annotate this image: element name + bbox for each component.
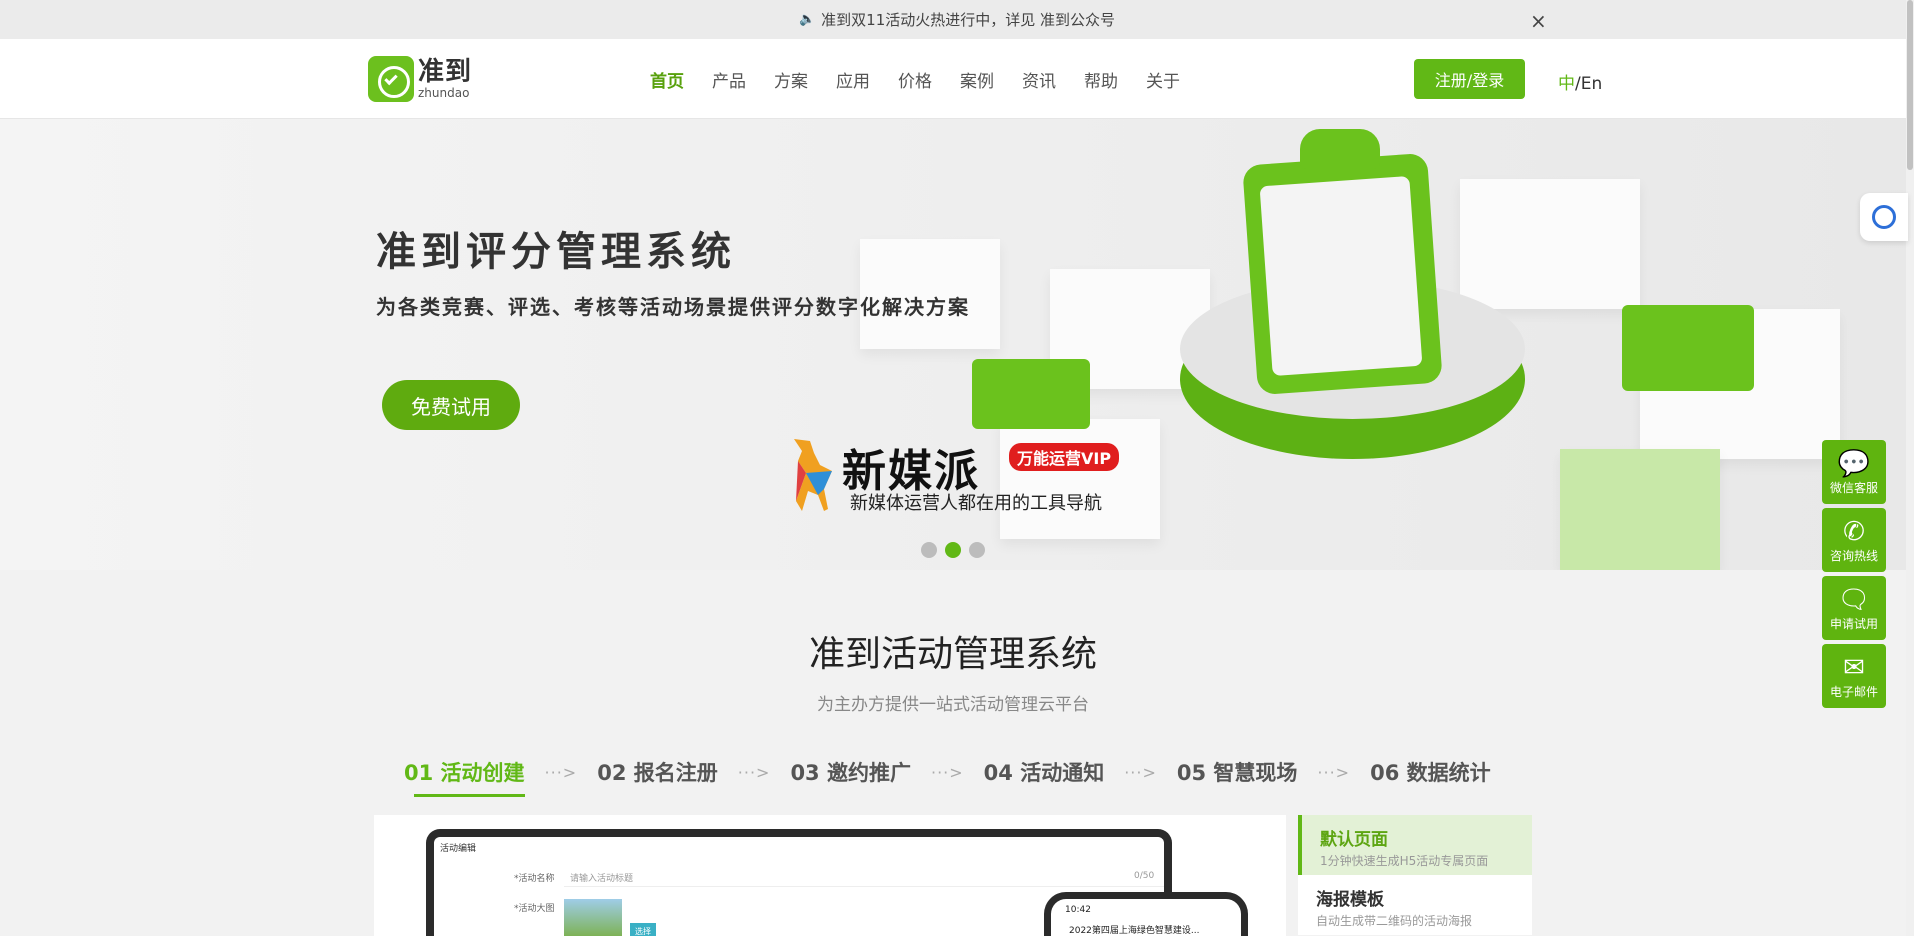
announcement-text: 准到双11活动火热进行中，详见 准到公众号 bbox=[821, 11, 1116, 29]
tool-label: 微信客服 bbox=[1829, 480, 1878, 495]
nav-item-home[interactable]: 首页 bbox=[650, 67, 684, 92]
feature-list: 默认页面 1分钟快速生成H5活动专属页面 海报模板 自动生成带二维码的活动海报 bbox=[1298, 815, 1532, 935]
banner-thumbnail bbox=[564, 899, 622, 936]
select-button: 选择 bbox=[630, 923, 656, 936]
tab-step-1[interactable]: 01 活动创建 bbox=[404, 757, 525, 797]
field-label: *活动大图 bbox=[514, 904, 555, 914]
phone-time: 10:42 bbox=[1065, 905, 1091, 915]
logo-text: 准到 bbox=[418, 57, 473, 87]
register-login-button[interactable]: 注册/登录 bbox=[1414, 59, 1525, 99]
decor-cube bbox=[1560, 449, 1720, 570]
site-header: 准到 zhundao 首页 产品 方案 应用 价格 案例 资讯 帮助 关于 注册… bbox=[0, 39, 1914, 119]
feature-title: 海报模板 bbox=[1316, 890, 1384, 910]
scrollbar[interactable] bbox=[1906, 0, 1914, 936]
nav-item-product[interactable]: 产品 bbox=[712, 67, 746, 92]
wechat-service-button[interactable]: 💬 微信客服 bbox=[1822, 440, 1886, 504]
phone-mockup: 10:42 2022第四届上海绿色智慧建设... bbox=[1044, 892, 1248, 936]
feature-desc: 自动生成带二维码的活动海报 bbox=[1316, 914, 1473, 928]
decor-cube bbox=[1460, 179, 1640, 309]
field-label: *活动名称 bbox=[514, 874, 555, 884]
clipboard-clip bbox=[1300, 129, 1380, 169]
step-arrow: ···> bbox=[737, 762, 771, 782]
promo-badge[interactable]: 新媒派 万能运营VIP 新媒体运营人都在用的工具导航 bbox=[784, 431, 1134, 517]
lang-cn[interactable]: 中 bbox=[1558, 74, 1575, 94]
tab-step-6[interactable]: 06 数据统计 bbox=[1370, 757, 1491, 787]
main-nav: 首页 产品 方案 应用 价格 案例 资讯 帮助 关于 bbox=[650, 67, 1208, 92]
assistant-icon bbox=[1872, 205, 1896, 229]
scrollbar-thumb[interactable] bbox=[1907, 0, 1913, 170]
nav-item-solution[interactable]: 方案 bbox=[774, 67, 808, 92]
tab-step-4[interactable]: 04 活动通知 bbox=[984, 757, 1105, 787]
carousel-dot[interactable] bbox=[969, 542, 985, 558]
clipboard-paper bbox=[1259, 175, 1423, 377]
phone-page-title: 2022第四届上海绿色智慧建设... bbox=[1069, 926, 1200, 936]
nav-item-news[interactable]: 资讯 bbox=[1022, 67, 1056, 92]
carousel-dot-active[interactable] bbox=[945, 542, 961, 558]
nav-item-cases[interactable]: 案例 bbox=[960, 67, 994, 92]
tab-step-5[interactable]: 05 智慧现场 bbox=[1177, 757, 1298, 787]
tool-label: 咨询热线 bbox=[1829, 548, 1878, 563]
wechat-icon: 💬 bbox=[1837, 448, 1871, 479]
logo-subtext: zhundao bbox=[418, 86, 470, 100]
promo-subtitle: 新媒体运营人都在用的工具导航 bbox=[850, 493, 1102, 514]
nav-item-pricing[interactable]: 价格 bbox=[898, 67, 932, 92]
step-arrow: ···> bbox=[1124, 762, 1157, 782]
lang-en[interactable]: /En bbox=[1575, 74, 1602, 94]
char-counter: 0/50 bbox=[1134, 871, 1155, 881]
section-subtitle: 为主办方提供一站式活动管理云平台 bbox=[817, 695, 1089, 715]
free-trial-button[interactable]: 免费试用 bbox=[382, 380, 520, 430]
feature-preview: 活动编辑 *活动名称 请输入活动标题 0/50 *活动大图 选择 10:42 2… bbox=[374, 815, 1286, 936]
speaker-icon: 🔈 bbox=[798, 12, 816, 27]
feature-desc: 1分钟快速生成H5活动专属页面 bbox=[1320, 854, 1489, 868]
step-arrow: ···> bbox=[1317, 762, 1351, 782]
carousel-dots bbox=[921, 542, 993, 558]
deer-logo-icon bbox=[794, 439, 832, 511]
nav-item-about[interactable]: 关于 bbox=[1146, 67, 1180, 92]
language-switch[interactable]: 中/En bbox=[1558, 69, 1602, 94]
promo-vip-badge: 万能运营VIP bbox=[1009, 443, 1120, 471]
nav-item-apps[interactable]: 应用 bbox=[836, 67, 870, 92]
close-icon[interactable]: × bbox=[1530, 9, 1547, 33]
phone-icon: ✆ bbox=[1843, 516, 1865, 547]
chat-icon: 🗨 bbox=[1837, 584, 1871, 615]
tab-step-3[interactable]: 03 邀约推广 bbox=[790, 757, 911, 787]
section-title: 准到活动管理系统 bbox=[808, 634, 1097, 675]
window-title: 活动编辑 bbox=[440, 844, 477, 854]
logo-icon bbox=[368, 56, 414, 102]
nav-item-help[interactable]: 帮助 bbox=[1084, 67, 1118, 92]
step-arrow: ···> bbox=[544, 762, 578, 782]
hero-title: 准到评分管理系统 bbox=[376, 229, 736, 275]
feature-item-default-page[interactable]: 默认页面 1分钟快速生成H5活动专属页面 bbox=[1298, 815, 1532, 875]
floating-assistant-button[interactable] bbox=[1860, 193, 1908, 241]
decor-green-box bbox=[972, 359, 1090, 429]
tab-step-2[interactable]: 02 报名注册 bbox=[597, 757, 718, 787]
carousel-dot[interactable] bbox=[921, 542, 937, 558]
feature-title: 默认页面 bbox=[1320, 830, 1388, 850]
announcement-bar: 🔈 准到双11活动火热进行中，详见 准到公众号 × bbox=[0, 0, 1914, 39]
logo[interactable]: 准到 zhundao bbox=[368, 56, 472, 102]
step-arrow: ···> bbox=[930, 762, 964, 782]
hotline-button[interactable]: ✆ 咨询热线 bbox=[1822, 508, 1886, 572]
activity-name-input: 请输入活动标题 bbox=[564, 867, 1164, 887]
hero-subtitle: 为各类竞赛、评选、考核等活动场景提供评分数字化解决方案 bbox=[376, 295, 970, 319]
decor-green-box bbox=[1622, 305, 1754, 391]
feature-item-poster[interactable]: 海报模板 自动生成带二维码的活动海报 bbox=[1298, 875, 1532, 935]
step-tabs: 01 活动创建 ···> 02 报名注册 ···> 03 邀约推广 ···> 0… bbox=[404, 757, 1491, 797]
hero-banner[interactable]: 准到评分管理系统 为各类竞赛、评选、考核等活动场景提供评分数字化解决方案 免费试… bbox=[0, 119, 1914, 570]
